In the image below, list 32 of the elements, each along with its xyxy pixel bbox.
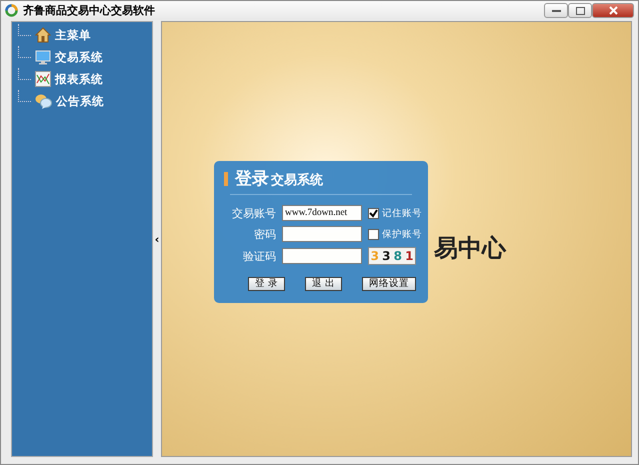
sidebar-item[interactable]: 报表系统 xyxy=(55,72,103,86)
dialog-subtitle: 交易系统 xyxy=(271,172,323,189)
monitor-icon xyxy=(35,49,51,65)
sidebar-item[interactable]: 交易系统 xyxy=(55,50,103,64)
dialog-button[interactable]: 登 录 xyxy=(248,277,286,291)
close-icon xyxy=(608,6,618,15)
field-label: 密码 xyxy=(253,226,276,242)
sidebar-item[interactable]: 公告系统 xyxy=(56,94,104,108)
field-label: 交易账号 xyxy=(231,206,276,220)
dialog-button[interactable]: 退 出 xyxy=(305,277,342,291)
checkbox-label: 保护账号 xyxy=(382,228,422,240)
sidebar-item[interactable]: 主菜单 xyxy=(55,28,91,42)
maximize-icon xyxy=(576,6,584,14)
minimize-button[interactable] xyxy=(544,3,568,18)
input-field[interactable]: www.7down.net xyxy=(282,205,362,221)
maximize-button[interactable] xyxy=(568,3,592,18)
collapse-arrow[interactable]: ‹ xyxy=(154,234,160,244)
dialog-title: 登录 xyxy=(235,168,269,190)
wallpaper-text: 易中心 xyxy=(434,233,506,264)
dialog-button[interactable]: 网络设置 xyxy=(362,277,416,291)
checkbox[interactable] xyxy=(368,228,379,240)
input-field[interactable] xyxy=(282,226,362,242)
app-logo-icon xyxy=(5,4,18,17)
close-button[interactable] xyxy=(592,3,634,18)
window-title: 齐鲁商品交易中心交易软件 xyxy=(23,3,155,18)
field-label: 验证码 xyxy=(242,248,276,264)
house-icon xyxy=(35,27,51,43)
input-field[interactable] xyxy=(282,248,362,264)
line-chart-icon xyxy=(35,71,51,87)
checkbox-label: 记住账号 xyxy=(382,206,422,220)
speech-bubbles-icon xyxy=(35,93,52,109)
checkbox[interactable] xyxy=(368,208,379,218)
